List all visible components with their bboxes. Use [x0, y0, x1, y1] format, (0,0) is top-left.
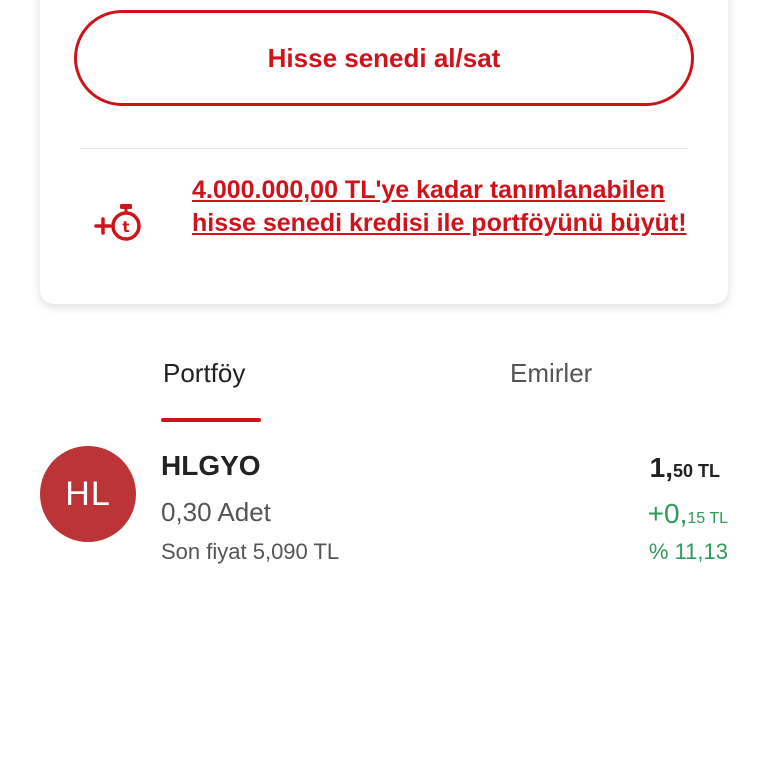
stock-actions-card: Hisse senedi al/sat t 4.000.000,00 TL'ye… [40, 0, 728, 304]
credit-stopwatch-icon: t [92, 198, 148, 246]
svg-text:t: t [122, 218, 129, 236]
holding-value: 1,50 TL [650, 452, 720, 484]
buy-sell-stock-button[interactable]: Hisse senedi al/sat [74, 10, 694, 106]
holding-last-price: Son fiyat 5,090 TL [161, 539, 340, 564]
holding-value-dec: 50 TL [672, 461, 720, 481]
holding-ticker[interactable]: HLGYO [161, 450, 261, 482]
tab-emirler[interactable]: Emirler [510, 358, 592, 389]
holding-quantity: 0,30 Adet [161, 497, 271, 527]
divider [80, 148, 688, 149]
avatar[interactable]: HL [40, 446, 136, 542]
holding-change-int: +0, [647, 498, 688, 529]
holding-value-int: 1, [649, 452, 673, 483]
active-tab-indicator [161, 418, 261, 422]
stock-credit-promo-link[interactable]: 4.000.000,00 TL'ye kadar tanımlanabilen … [192, 174, 702, 240]
holding-change-percent: % 11,13 [648, 539, 728, 564]
holding-change: +0,15 TL [648, 498, 728, 530]
holding-change-dec: 15 TL [687, 510, 728, 527]
buy-sell-stock-label: Hisse senedi al/sat [267, 42, 501, 73]
tab-portfoy[interactable]: Portföy [163, 358, 245, 389]
avatar-initials: HL [65, 474, 111, 513]
